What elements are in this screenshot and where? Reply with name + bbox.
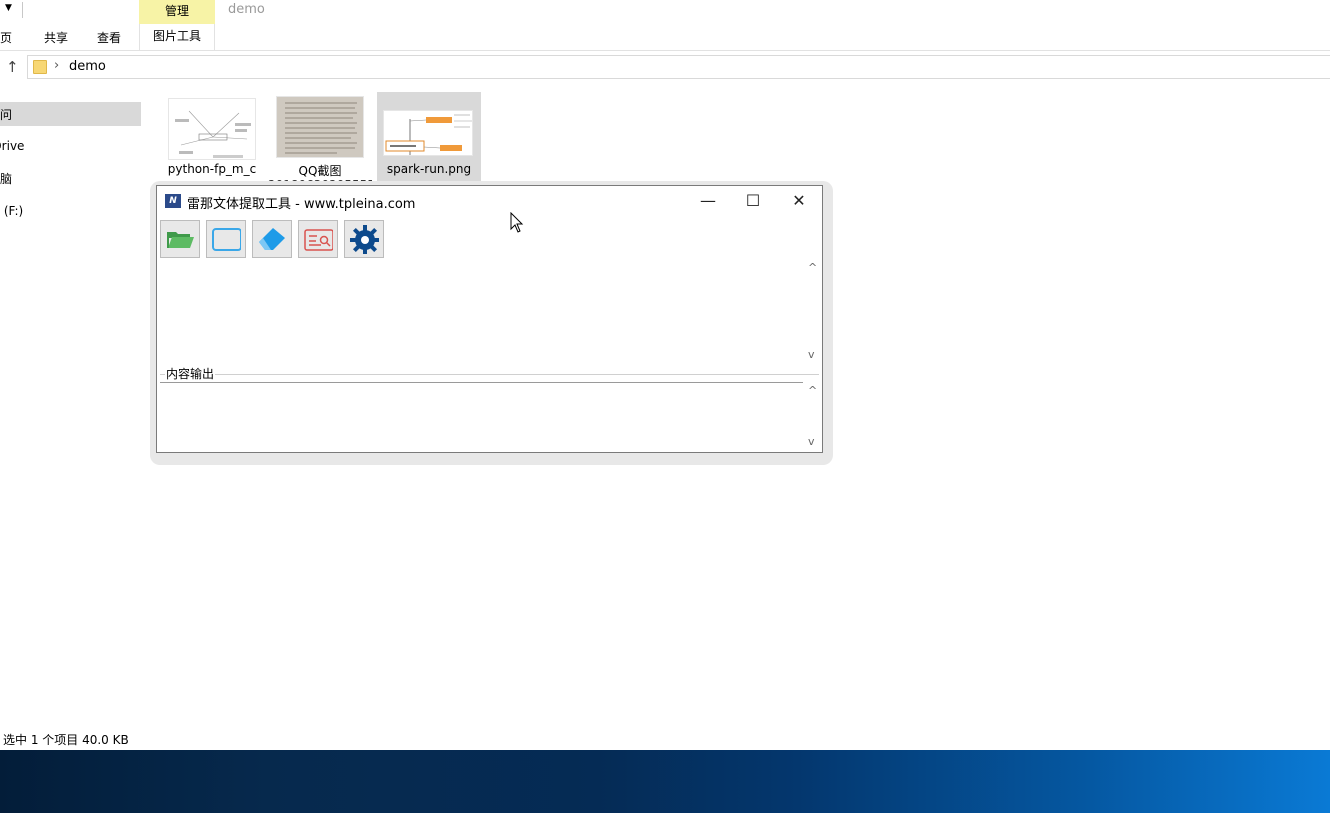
quick-access-separator [22, 2, 23, 18]
ribbon-tab-bar: 主页 共享 查看 图片工具 [0, 24, 1330, 51]
input-scroll-up-button[interactable]: ^ [808, 261, 817, 274]
status-bar-text: 选中 1 个项目 40.0 KB [3, 733, 129, 747]
tab-home[interactable]: 主页 [0, 29, 12, 46]
screen-capture-icon [212, 228, 241, 251]
clear-button[interactable] [252, 220, 292, 258]
eraser-icon [259, 228, 285, 250]
tab-share[interactable]: 共享 [44, 29, 68, 46]
file-item[interactable]: python-fp_m_c ... [160, 92, 264, 188]
up-arrow-icon[interactable]: ↑ [6, 58, 19, 76]
image-thumbnail [168, 98, 256, 160]
nav-item-onedrive[interactable]: OneDrive [0, 139, 24, 153]
quick-access-dropdown-icon[interactable]: ▼ [5, 3, 12, 13]
context-tab-manage[interactable]: 管理 [139, 0, 215, 24]
file-name: QQ截图 [298, 164, 342, 178]
gear-icon [350, 225, 379, 254]
mouse-cursor-icon [510, 212, 524, 233]
nav-item-quick-access[interactable]: 快速访问 [0, 106, 12, 123]
explorer-title-bar: ▼ 管理 demo [0, 0, 1330, 24]
image-thumbnail [383, 110, 473, 156]
nav-item-this-pc[interactable]: 此电脑 [0, 170, 12, 187]
folder-open-icon [167, 232, 194, 248]
file-item[interactable]: QQ截图 20180630205555 [268, 92, 372, 188]
window-title: 雷那文体提取工具 - www.tpleina.com [187, 197, 416, 212]
nav-selected-highlight [0, 102, 141, 126]
address-bar[interactable]: › demo [27, 55, 1330, 79]
output-group-label: 内容输出 [165, 365, 216, 382]
nav-item-local-disk[interactable]: 本地磁盘 (F:) [0, 202, 23, 219]
close-button[interactable]: ✕ [784, 190, 814, 212]
image-thumbnail [276, 96, 364, 158]
explorer-window-title: demo [228, 2, 265, 17]
window-title-bar[interactable]: N 雷那文体提取工具 - www.tpleina.com — ☐ ✕ [157, 186, 822, 216]
output-scroll-up-button[interactable]: ^ [808, 384, 817, 397]
id-card-search-icon [304, 229, 333, 251]
open-file-button[interactable] [160, 220, 200, 258]
screen-capture-button[interactable] [206, 220, 246, 258]
desktop: ▼ 管理 demo 主页 共享 查看 图片工具 ↑ › demo 快速访问 On… [0, 0, 1330, 813]
output-group-border [160, 374, 819, 375]
address-path: demo [69, 59, 106, 74]
file-item-selected[interactable]: spark-run.png [377, 92, 481, 188]
output-scroll-down-button[interactable]: v [808, 435, 815, 448]
chevron-right-icon[interactable]: › [54, 58, 59, 73]
tab-picture-tools[interactable]: 图片工具 [139, 24, 215, 51]
address-bar-row: ↑ › demo [0, 52, 1330, 82]
settings-button[interactable] [344, 220, 384, 258]
input-scroll-down-button[interactable]: v [808, 348, 815, 361]
folder-icon [33, 60, 47, 74]
taskbar [0, 750, 1330, 813]
file-name: python-fp_m_c [167, 162, 257, 176]
minimize-button[interactable]: — [693, 190, 723, 212]
output-textarea[interactable] [160, 382, 803, 383]
text-extraction-window: N 雷那文体提取工具 - www.tpleina.com — ☐ ✕ ^ v 内… [156, 185, 823, 453]
maximize-button[interactable]: ☐ [738, 190, 768, 212]
recognize-button[interactable] [298, 220, 338, 258]
tab-view[interactable]: 查看 [97, 29, 121, 46]
app-logo-icon: N [165, 194, 181, 208]
file-name: spark-run.png [386, 162, 472, 176]
